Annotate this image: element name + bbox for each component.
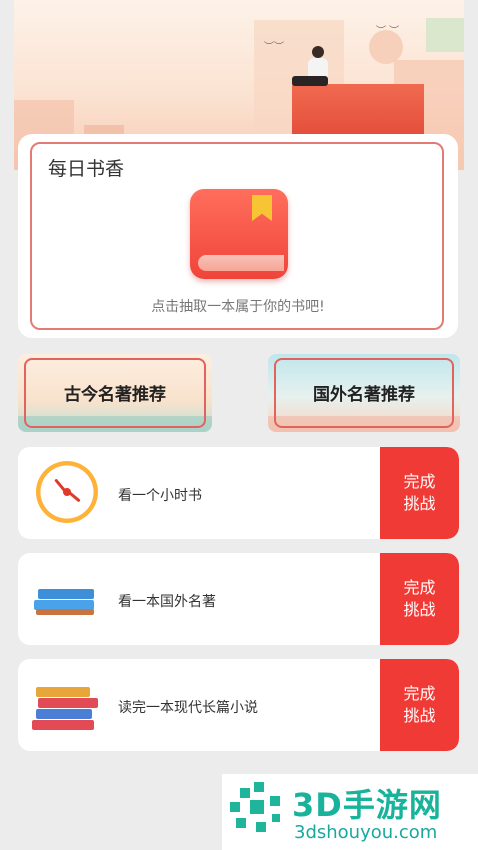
tile-label: 古今名著推荐 (64, 385, 166, 405)
button-line: 挑战 (403, 600, 436, 619)
button-line: 完成 (403, 684, 436, 703)
watermark: 3D手游网 3dshouyou.com (222, 774, 478, 850)
complete-challenge-button[interactable]: 完成 挑战 (380, 553, 459, 645)
task-row: 读完一本现代长篇小说 完成 挑战 (18, 659, 459, 751)
task-row: 看一个小时书 完成 挑战 (18, 447, 459, 539)
daily-book-card[interactable]: 每日书香 点击抽取一本属于你的书吧! (18, 134, 458, 338)
bookmark-icon (252, 195, 272, 221)
bird-icon: ︶︶ (264, 42, 284, 53)
task-label: 看一本国外名著 (118, 594, 216, 610)
watermark-logo-icon (226, 782, 286, 840)
task-row: 看一本国外名著 完成 挑战 (18, 553, 459, 645)
tile-label: 国外名著推荐 (313, 385, 415, 405)
books-icon (32, 567, 102, 631)
background-decoration (426, 18, 464, 52)
daily-title: 每日书香 (48, 158, 125, 180)
book-icon[interactable] (190, 189, 288, 279)
button-line: 挑战 (403, 494, 436, 513)
classic-books-tile[interactable]: 古今名著推荐 (18, 354, 212, 432)
button-line: 挑战 (403, 706, 436, 725)
task-label: 看一个小时书 (118, 488, 202, 504)
clock-icon (32, 461, 102, 525)
bird-icon: ︶ ︶ (376, 26, 400, 37)
book-stack-icon (32, 673, 102, 737)
button-line: 完成 (403, 578, 436, 597)
foreign-books-tile[interactable]: 国外名著推荐 (268, 354, 460, 432)
daily-hint: 点击抽取一本属于你的书吧! (151, 299, 325, 315)
watermark-url: 3dshouyou.com (294, 822, 438, 843)
complete-challenge-button[interactable]: 完成 挑战 (380, 447, 459, 539)
task-label: 读完一本现代长篇小说 (118, 700, 258, 716)
complete-challenge-button[interactable]: 完成 挑战 (380, 659, 459, 751)
watermark-brand: 3D手游网 (292, 786, 442, 824)
button-line: 完成 (403, 472, 436, 491)
reader-illustration (292, 46, 330, 86)
